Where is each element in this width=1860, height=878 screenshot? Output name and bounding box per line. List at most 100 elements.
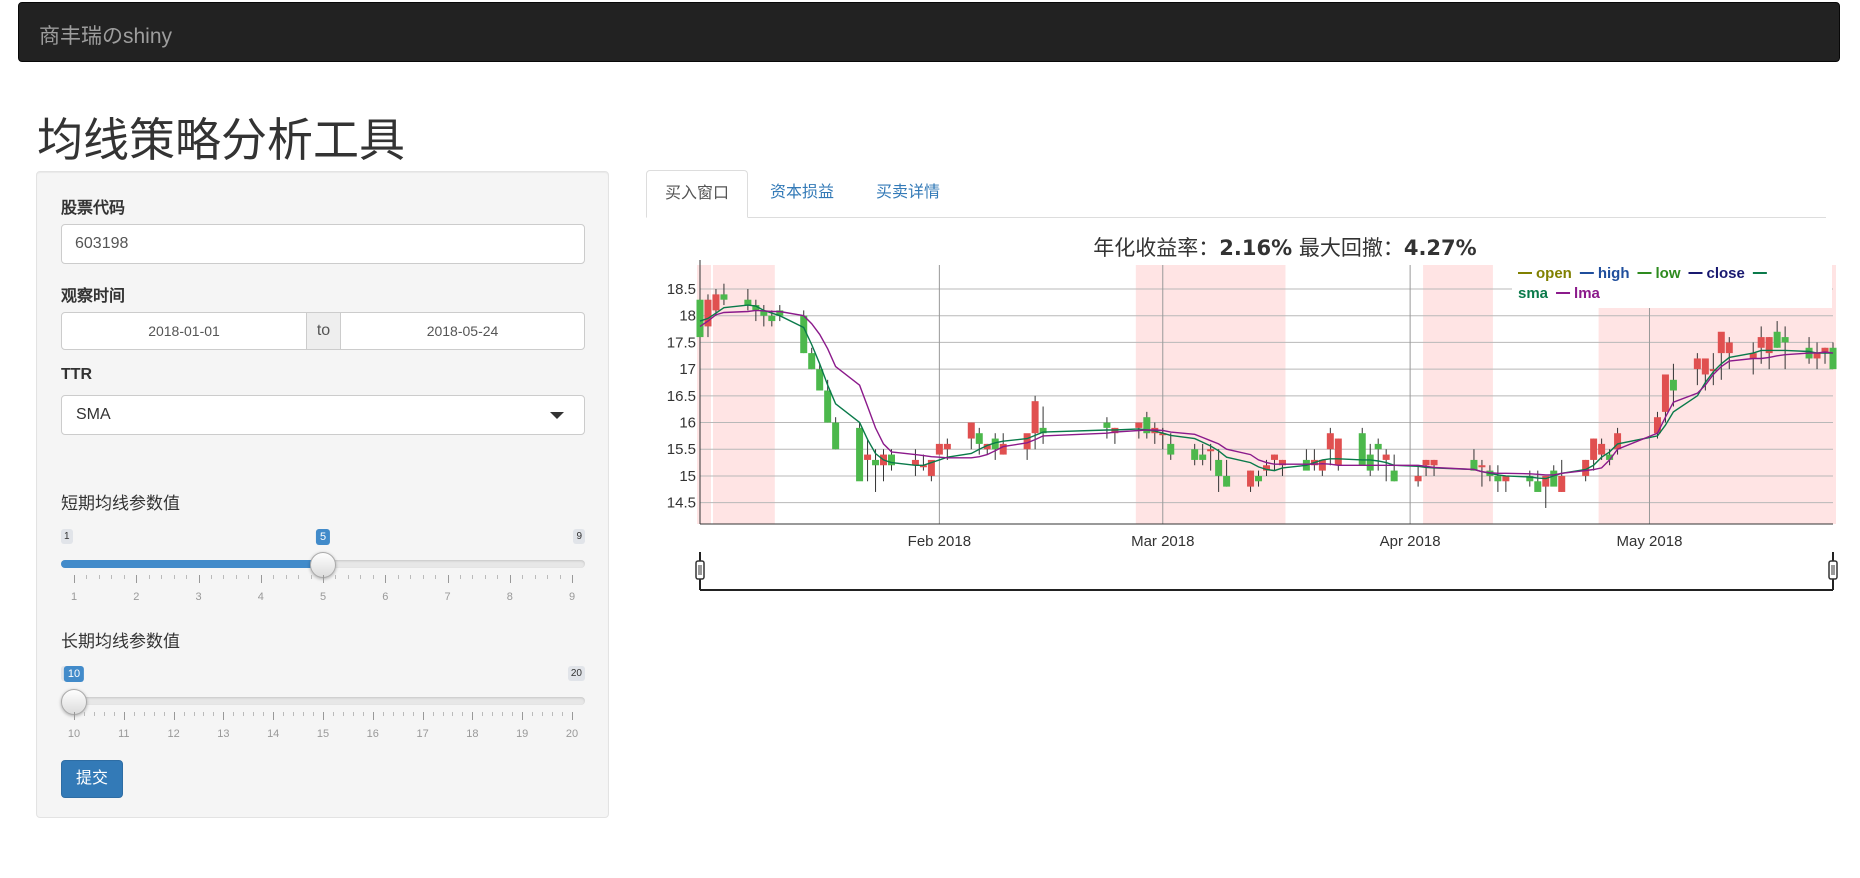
y-tick-label: 16 <box>679 415 696 432</box>
candle-body <box>1693 358 1701 370</box>
candle-body <box>1653 417 1661 434</box>
slider-minor-tick <box>161 575 163 579</box>
candle-body <box>864 454 872 460</box>
slider-tick-label: 6 <box>382 591 389 603</box>
candle-body <box>824 390 832 423</box>
slider-minor-tick <box>402 712 404 716</box>
candle-body <box>1502 475 1510 482</box>
range-selector-handle[interactable] <box>1828 560 1838 580</box>
stock-code-label: 股票代码 <box>61 200 126 217</box>
candle-body <box>1494 475 1502 482</box>
short-ma-slider[interactable]: 1 9 5 1 2 3 4 5 6 7 8 9 <box>61 529 585 609</box>
tab-capital-pnl[interactable]: 资本损益 <box>752 170 852 218</box>
slider-major-tick <box>260 575 262 583</box>
slider-minor-tick <box>263 712 265 716</box>
legend-label: close <box>1707 265 1745 282</box>
slider-minor-tick <box>559 575 561 579</box>
slider-minor-tick <box>382 712 384 716</box>
slider-minor-tick <box>213 712 215 716</box>
date-start-input[interactable]: 2018-01-01 <box>61 312 307 350</box>
candle-body <box>935 443 943 455</box>
slider-track[interactable] <box>61 697 585 705</box>
slider-major-tick <box>522 712 524 720</box>
slider-value-label: 10 <box>63 666 85 682</box>
slider-minor-tick <box>243 712 245 716</box>
candle-body <box>1366 454 1374 471</box>
slider-major-tick <box>447 575 449 583</box>
slider-minor-tick <box>435 575 437 579</box>
candle-body <box>1550 470 1558 487</box>
slider-minor-tick <box>459 575 461 579</box>
y-tick-label: 18 <box>679 308 696 325</box>
slider-tick-label: 7 <box>444 591 451 603</box>
short-ma-label: 短期均线参数值 <box>61 494 180 513</box>
slider-major-tick <box>223 712 225 720</box>
submit-button[interactable]: 提交 <box>61 760 123 798</box>
slider-major-tick <box>273 712 275 720</box>
slider-minor-tick <box>347 575 349 579</box>
range-selector-handle[interactable] <box>695 560 705 580</box>
slider-minor-tick <box>342 712 344 716</box>
ttr-select[interactable]: SMA <box>61 395 585 435</box>
slider-minor-tick <box>362 712 364 716</box>
slider-min-label: 1 <box>61 529 73 544</box>
candle-body <box>1422 459 1430 466</box>
candle-body <box>999 443 1007 455</box>
slider-minor-tick <box>522 575 524 579</box>
slider-minor-tick <box>103 712 105 716</box>
slider-tick-label: 9 <box>568 591 576 603</box>
navbar-brand[interactable]: 商丰瑞のshiny <box>39 20 172 50</box>
slider-minor-tick <box>113 712 115 716</box>
slider-minor-tick <box>235 575 237 579</box>
long-ma-label: 长期均线参数值 <box>61 632 180 651</box>
long-ma-slider[interactable]: 1020101011121314151617181920 <box>61 666 585 746</box>
ttr-selected-value: SMA <box>76 406 111 423</box>
chevron-down-icon <box>550 412 564 419</box>
candle-body <box>1813 353 1821 359</box>
slider-tick-label: 3 <box>195 591 202 603</box>
slider-minor-tick <box>203 712 205 716</box>
page-title: 均线策略分析工具 <box>37 113 405 167</box>
y-tick-label: 15 <box>679 468 696 485</box>
slider-major-tick <box>385 575 387 583</box>
slider-minor-tick <box>497 575 499 579</box>
slider-tick-label: 12 <box>167 728 180 740</box>
candle-body <box>1829 347 1837 370</box>
slider-minor-tick <box>313 712 315 716</box>
candle-body <box>744 299 752 306</box>
candle-body <box>696 299 704 338</box>
candle-body <box>1215 459 1223 476</box>
stock-code-input[interactable]: 603198 <box>61 224 585 264</box>
x-tick-label: Feb 2018 <box>908 533 971 550</box>
date-range-separator: to <box>306 312 341 350</box>
candle-body <box>1390 470 1398 482</box>
tab-buy-window[interactable]: 买入窗口 <box>646 170 749 218</box>
slider-minor-tick <box>484 575 486 579</box>
y-tick-label: 15.5 <box>667 441 696 458</box>
legend-label: high <box>1598 265 1630 282</box>
slider-tick-label: 17 <box>416 728 429 740</box>
buy-window-band <box>1423 265 1493 524</box>
candle-body <box>1191 449 1199 460</box>
slider-minor-tick <box>283 712 285 716</box>
slider-minor-tick <box>186 575 188 579</box>
slider-minor-tick <box>83 712 85 716</box>
slider-minor-tick <box>534 575 536 579</box>
buy-window-band <box>1135 265 1286 524</box>
slider-major-tick <box>472 712 474 720</box>
slider-minor-tick <box>512 712 514 716</box>
tab-trade-details[interactable]: 买卖详情 <box>858 170 958 218</box>
slider-tick-label: 19 <box>516 728 529 740</box>
slider-minor-tick <box>98 575 100 579</box>
slider-bar <box>61 560 323 568</box>
date-range-input: 2018-01-01 to 2018-05-24 <box>61 312 585 350</box>
date-end-input[interactable]: 2018-05-24 <box>340 312 585 350</box>
slider-max-label: 9 <box>573 529 585 544</box>
slider-major-tick <box>572 575 573 583</box>
candle-body <box>872 459 880 466</box>
slider-minor-tick <box>547 575 549 579</box>
candle-body <box>1590 438 1598 460</box>
slider-minor-tick <box>143 712 145 716</box>
y-tick-label: 18.5 <box>667 281 696 298</box>
slider-tick-label: 5 <box>319 591 327 603</box>
